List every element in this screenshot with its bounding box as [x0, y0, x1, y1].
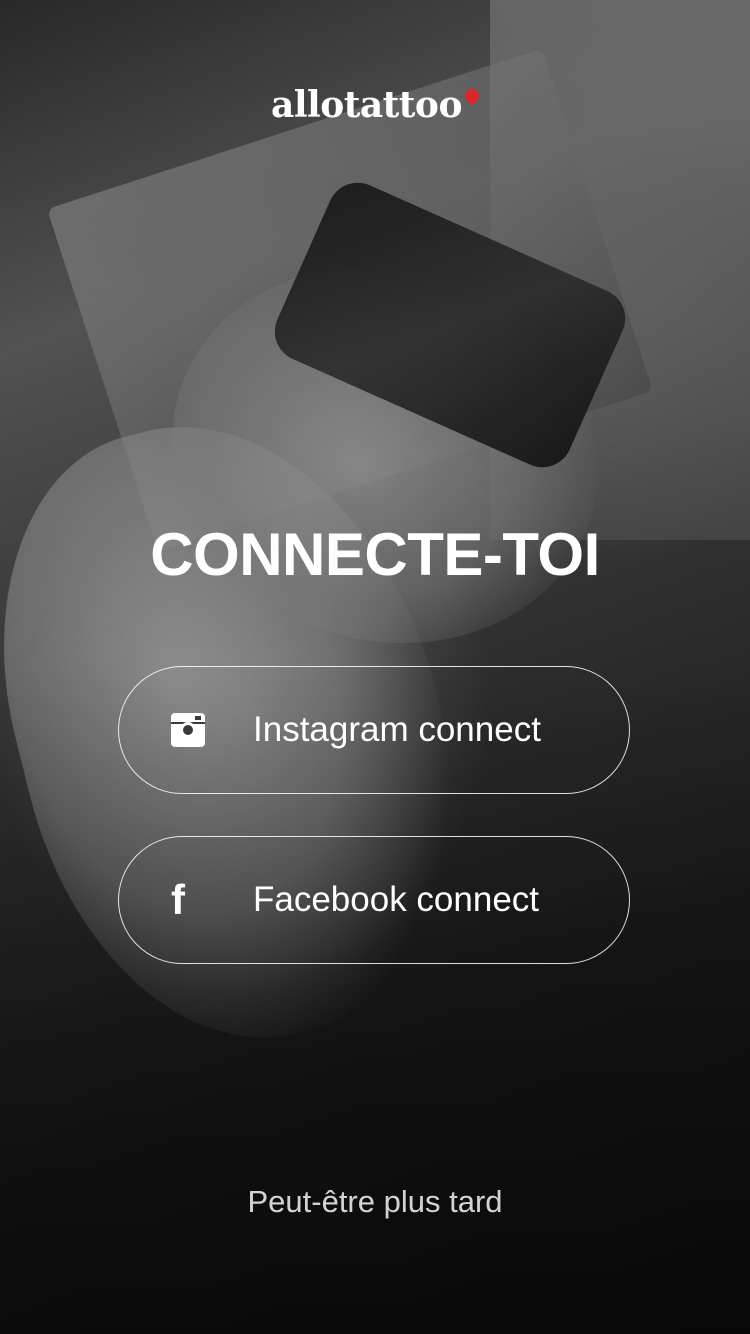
- app-logo: allotattoo: [0, 84, 750, 126]
- facebook-connect-label: Facebook connect: [253, 880, 540, 919]
- facebook-connect-button[interactable]: f Facebook connect: [118, 836, 630, 964]
- page-title: CONNECTE-TOI: [150, 521, 600, 588]
- logo-text: allotattoo: [271, 84, 462, 126]
- skip-link[interactable]: Peut-être plus tard: [0, 1184, 750, 1220]
- instagram-icon: [171, 713, 205, 747]
- instagram-connect-button[interactable]: Instagram connect: [118, 666, 630, 794]
- location-pin-icon: [462, 86, 482, 106]
- facebook-icon: f: [171, 876, 185, 923]
- instagram-connect-label: Instagram connect: [253, 710, 541, 749]
